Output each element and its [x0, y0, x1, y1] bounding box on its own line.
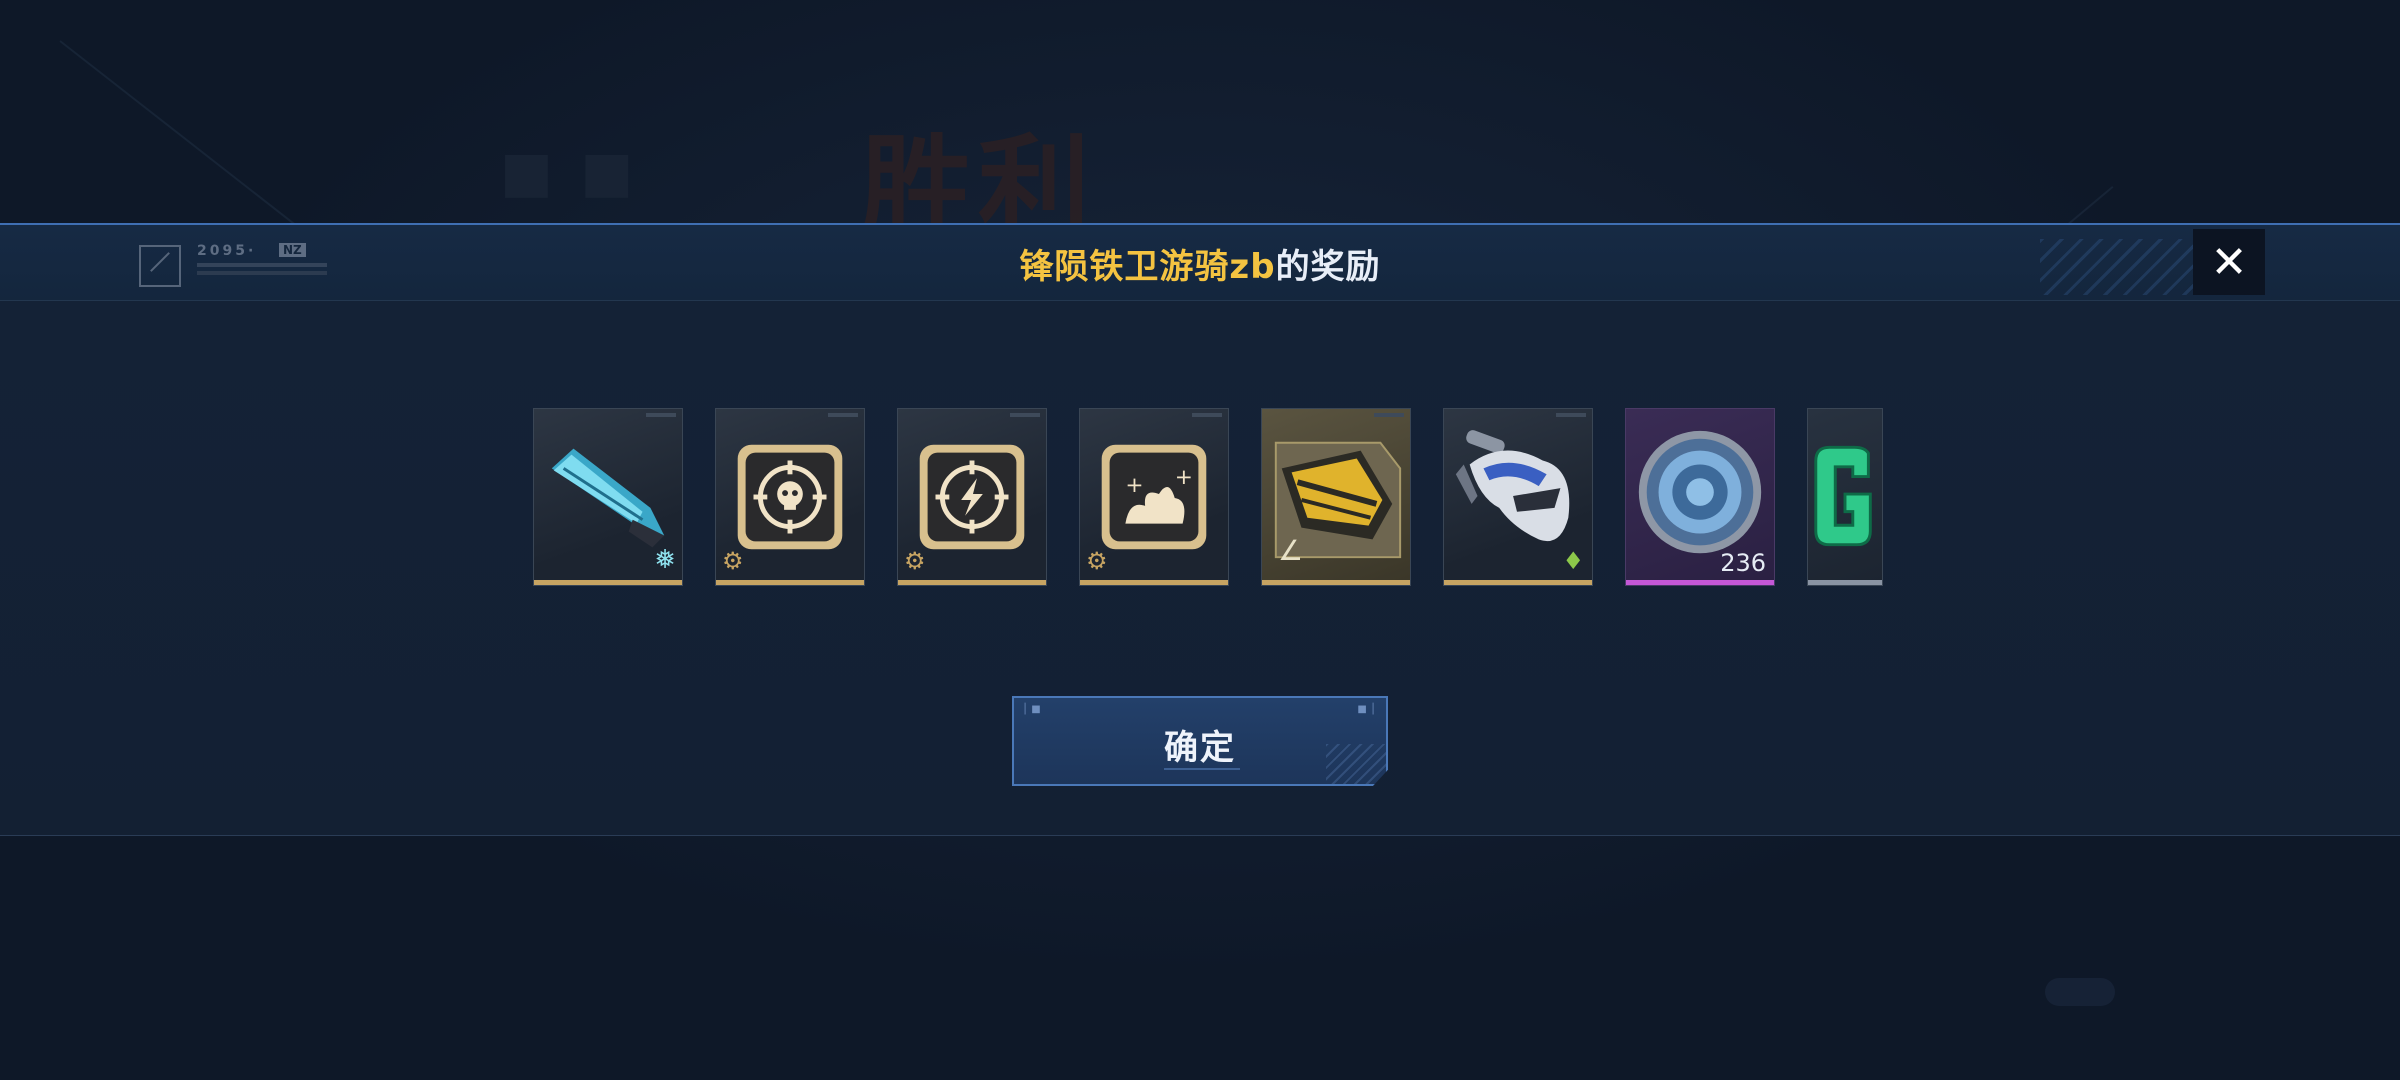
reward-item-rifle-blueprint[interactable]: ∠ — [1261, 408, 1411, 586]
button-corner-mark: ■ │ — [1357, 704, 1376, 715]
close-button[interactable]: ✕ — [2193, 229, 2265, 295]
reward-item-knife[interactable]: ❅ — [533, 408, 683, 586]
background-blob — [2045, 978, 2115, 1006]
svg-text:+: + — [1125, 473, 1143, 498]
reward-item-disc[interactable]: 236 — [1625, 408, 1775, 586]
reward-item-burst-card[interactable]: + + ⚙ — [1079, 408, 1229, 586]
reward-list: ❅ ⚙ ⚙ + + ⚙ ∠ ♦ 236 — [533, 408, 1883, 588]
modal-title-name: 锋陨铁卫游骑zb — [1019, 247, 1276, 287]
button-hatch — [1326, 744, 1386, 784]
gear-icon: ⚙ — [1086, 547, 1108, 575]
reward-item-lightning-card[interactable]: ⚙ — [897, 408, 1047, 586]
modal-title-suffix: 的奖励 — [1275, 247, 1381, 287]
svg-text:+: + — [1175, 465, 1193, 490]
confirm-button[interactable]: │ ■ ■ │ 确定 — [1012, 696, 1388, 786]
button-underline — [1164, 768, 1240, 770]
green-tag-icon: ♦ — [1562, 547, 1584, 575]
letter-g-icon — [1814, 445, 1872, 547]
close-icon: ✕ — [2210, 236, 2248, 288]
gear-icon: ⚙ — [904, 547, 926, 575]
reward-item-shark-launcher[interactable]: ♦ — [1443, 408, 1593, 586]
modal-header: 2095· NZ 锋陨铁卫游骑zb的奖励 ✕ — [0, 225, 2400, 301]
compass-icon: ∠ — [1278, 534, 1304, 567]
snowflake-icon: ❅ — [654, 545, 676, 575]
reward-count: 236 — [1720, 549, 1766, 577]
gear-icon: ⚙ — [722, 547, 744, 575]
reward-item-g-token[interactable] — [1807, 408, 1883, 586]
reward-item-skull-card[interactable]: ⚙ — [715, 408, 865, 586]
background-subtitle: ■ ■ — [500, 140, 638, 205]
button-corner-mark: │ ■ — [1022, 704, 1041, 715]
